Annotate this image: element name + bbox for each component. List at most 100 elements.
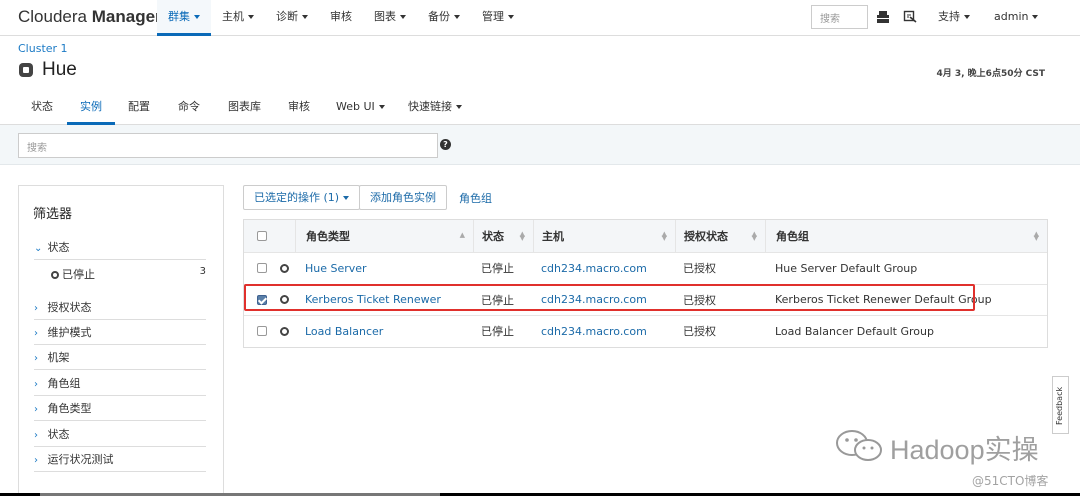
top-navbar: Cloudera Manager 群集 主机 诊断 审核 图表 备份 管理 搜索… <box>0 0 1080 36</box>
watermark-text: Hadoop实操 <box>890 435 1039 465</box>
role-group: Kerberos Ticket Renewer Default Group <box>775 293 992 307</box>
col-role-group[interactable]: 角色组 ▲ ▼ <box>765 220 1047 252</box>
chevron-down-icon <box>1032 15 1039 19</box>
tab-chart-library[interactable]: 图表库 <box>228 90 261 125</box>
tab-audits[interactable]: 审核 <box>288 90 310 125</box>
selected-actions-button[interactable]: 已选定的操作 (1) <box>243 185 361 210</box>
role-status: 已停止 <box>481 262 514 276</box>
support-menu[interactable]: 支持 <box>938 0 970 36</box>
filter-section-rack[interactable]: › 机架 <box>34 349 206 370</box>
stopped-status-icon <box>280 295 289 305</box>
brand-logo[interactable]: Cloudera Manager <box>18 7 162 27</box>
tab-configuration[interactable]: 配置 <box>128 90 150 125</box>
role-link[interactable]: Kerberos Ticket Renewer <box>305 285 441 316</box>
filter-count: 3 <box>199 266 206 277</box>
sort-icon: ▲ ▼ <box>661 230 667 242</box>
search-band: 搜索 ? <box>0 125 1080 165</box>
chevron-down-icon <box>248 15 254 19</box>
chevron-right-icon: › <box>34 404 38 415</box>
select-all-checkbox[interactable] <box>257 231 267 241</box>
table-row[interactable]: Kerberos Ticket Renewer 已停止 cdh234.macro… <box>244 283 1047 316</box>
top-search-input[interactable]: 搜索 <box>811 5 868 29</box>
table-row[interactable]: Hue Server 已停止 cdh234.macro.com 已授权 Hue … <box>244 252 1047 284</box>
stopped-status-icon <box>280 326 289 336</box>
watermark-sub: @51CTO博客 <box>972 474 1049 488</box>
role-link[interactable]: Load Balancer <box>305 316 383 347</box>
tab-web-ui[interactable]: Web UI <box>336 90 385 125</box>
filter-section-role-type[interactable]: › 角色类型 <box>34 400 206 421</box>
row-checkbox[interactable] <box>257 263 267 274</box>
page-title: Hue <box>42 59 77 80</box>
filter-panel: 筛选器 ⌄ 状态 已停止 3 › 授权状态 › 维护模式 › 机架 › 角色组 … <box>18 185 224 496</box>
filter-section-status-open[interactable]: ⌄ 状态 <box>34 239 206 260</box>
parcel-icon[interactable] <box>876 10 890 24</box>
chevron-down-icon <box>456 105 462 109</box>
filter-section-health-tests[interactable]: › 运行状况测试 <box>34 451 206 472</box>
tasks-icon[interactable] <box>903 10 917 24</box>
filter-section-status[interactable]: › 状态 <box>34 426 206 447</box>
stopped-status-icon <box>280 263 289 273</box>
host-link[interactable]: cdh234.macro.com <box>541 285 647 316</box>
filter-section-maintenance[interactable]: › 维护模式 <box>34 324 206 345</box>
col-auth-status[interactable]: 授权状态 ▲ ▼ <box>675 220 765 252</box>
user-menu[interactable]: admin <box>994 0 1039 36</box>
col-host[interactable]: 主机 ▲ ▼ <box>533 220 675 252</box>
tab-commands[interactable]: 命令 <box>178 90 200 125</box>
role-status: 已停止 <box>481 325 514 339</box>
service-tabs: 状态 实例 配置 命令 图表库 审核 Web UI 快速链接 <box>0 90 1080 125</box>
sort-icon: ▲ ▼ <box>1033 230 1039 242</box>
role-group: Hue Server Default Group <box>775 261 918 275</box>
nav-admin[interactable]: 管理 <box>471 0 525 36</box>
chevron-right-icon: › <box>34 455 38 466</box>
filter-section-auth-status[interactable]: › 授权状态 <box>34 299 206 320</box>
tab-status[interactable]: 状态 <box>31 90 53 125</box>
nav-hosts[interactable]: 主机 <box>211 0 265 36</box>
table-header: 角色类型 ▲ 状态 ▲ ▼ 主机 ▲ ▼ 授权状态 ▲ ▼ 角色组 ▲ ▼ <box>244 220 1047 252</box>
col-status[interactable]: 状态 ▲ ▼ <box>473 220 533 252</box>
chevron-down-icon <box>400 15 406 19</box>
main-nav: 群集 主机 诊断 审核 图表 备份 管理 <box>157 0 525 36</box>
nav-audits[interactable]: 审核 <box>319 0 363 36</box>
filter-option-stopped[interactable]: 已停止 3 <box>51 266 206 282</box>
row-checkbox[interactable] <box>257 294 267 305</box>
col-role-type[interactable]: 角色类型 ▲ <box>295 220 473 252</box>
chevron-down-icon: ⌄ <box>34 243 43 254</box>
role-instances-table: 角色类型 ▲ 状态 ▲ ▼ 主机 ▲ ▼ 授权状态 ▲ ▼ 角色组 ▲ ▼ Hue Server … <box>243 219 1048 348</box>
feedback-tab[interactable]: Feedback <box>1052 376 1069 434</box>
role-link[interactable]: Hue Server <box>305 253 367 284</box>
host-link[interactable]: cdh234.macro.com <box>541 316 647 347</box>
chevron-right-icon: › <box>34 379 38 390</box>
chevron-down-icon <box>378 105 385 109</box>
auth-status: 已授权 <box>683 293 716 307</box>
tab-quick-links[interactable]: 快速链接 <box>408 90 462 125</box>
nav-backup[interactable]: 备份 <box>417 0 471 36</box>
nav-charts[interactable]: 图表 <box>363 0 417 36</box>
nav-clusters[interactable]: 群集 <box>157 0 211 36</box>
add-role-instances-button[interactable]: 添加角色实例 <box>359 185 447 210</box>
nav-diagnostics[interactable]: 诊断 <box>265 0 319 36</box>
role-groups-link[interactable]: 角色组 <box>459 190 492 206</box>
timestamp[interactable]: 4月 3, 晚上6点50分 CST <box>936 66 1045 79</box>
sort-asc-icon: ▲ <box>459 231 465 239</box>
chevron-right-icon: › <box>34 353 38 364</box>
cluster-breadcrumb[interactable]: Cluster 1 <box>18 42 68 55</box>
chevron-down-icon <box>302 15 308 19</box>
chevron-down-icon <box>194 15 200 19</box>
search-input[interactable]: 搜索 <box>18 133 438 158</box>
row-checkbox[interactable] <box>257 326 267 337</box>
stopped-status-icon <box>51 271 59 279</box>
sort-icon: ▲ ▼ <box>751 230 757 242</box>
chevron-down-icon <box>508 15 514 19</box>
chevron-down-icon <box>454 15 460 19</box>
chevron-right-icon: › <box>34 303 38 314</box>
help-icon[interactable]: ? <box>440 139 451 150</box>
wechat-icon <box>836 430 882 461</box>
filter-section-role-group[interactable]: › 角色组 <box>34 375 206 396</box>
host-link[interactable]: cdh234.macro.com <box>541 253 647 284</box>
tab-instances[interactable]: 实例 <box>67 90 115 125</box>
chevron-right-icon: › <box>34 430 38 441</box>
sort-icon: ▲ ▼ <box>519 230 525 242</box>
table-row[interactable]: Load Balancer 已停止 cdh234.macro.com 已授权 L… <box>244 315 1047 347</box>
filter-title: 筛选器 <box>33 207 73 222</box>
chevron-down-icon <box>964 15 970 19</box>
